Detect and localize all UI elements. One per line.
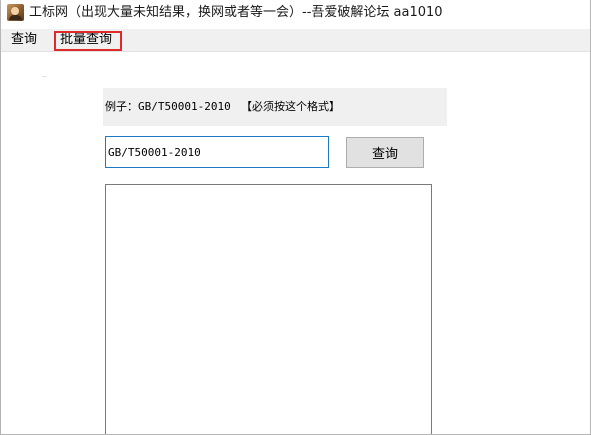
example-label: 例子：GB/T50001-2010 (105, 100, 231, 113)
app-avatar-icon (7, 4, 24, 21)
window-title: 工标网（出现大量未知结果，换网或者等一会）--吾爱破解论坛 aa1010 (29, 5, 443, 20)
app-window: 工标网（出现大量未知结果，换网或者等一会）--吾爱破解论坛 aa1010 查询 … (0, 0, 591, 435)
example-panel: 例子：GB/T50001-2010 【必须按这个格式】 (103, 88, 447, 126)
annotation-highlight-box (54, 31, 122, 51)
query-button[interactable]: 查询 (346, 137, 424, 168)
standard-number-input[interactable] (105, 136, 329, 168)
menu-item-query[interactable]: 查询 (11, 32, 37, 48)
format-hint: 【必须按这个格式】 (241, 100, 340, 113)
result-textarea[interactable] (105, 184, 432, 434)
divider-mark (42, 76, 47, 77)
title-bar: 工标网（出现大量未知结果，换网或者等一会）--吾爱破解论坛 aa1010 (1, 0, 590, 29)
